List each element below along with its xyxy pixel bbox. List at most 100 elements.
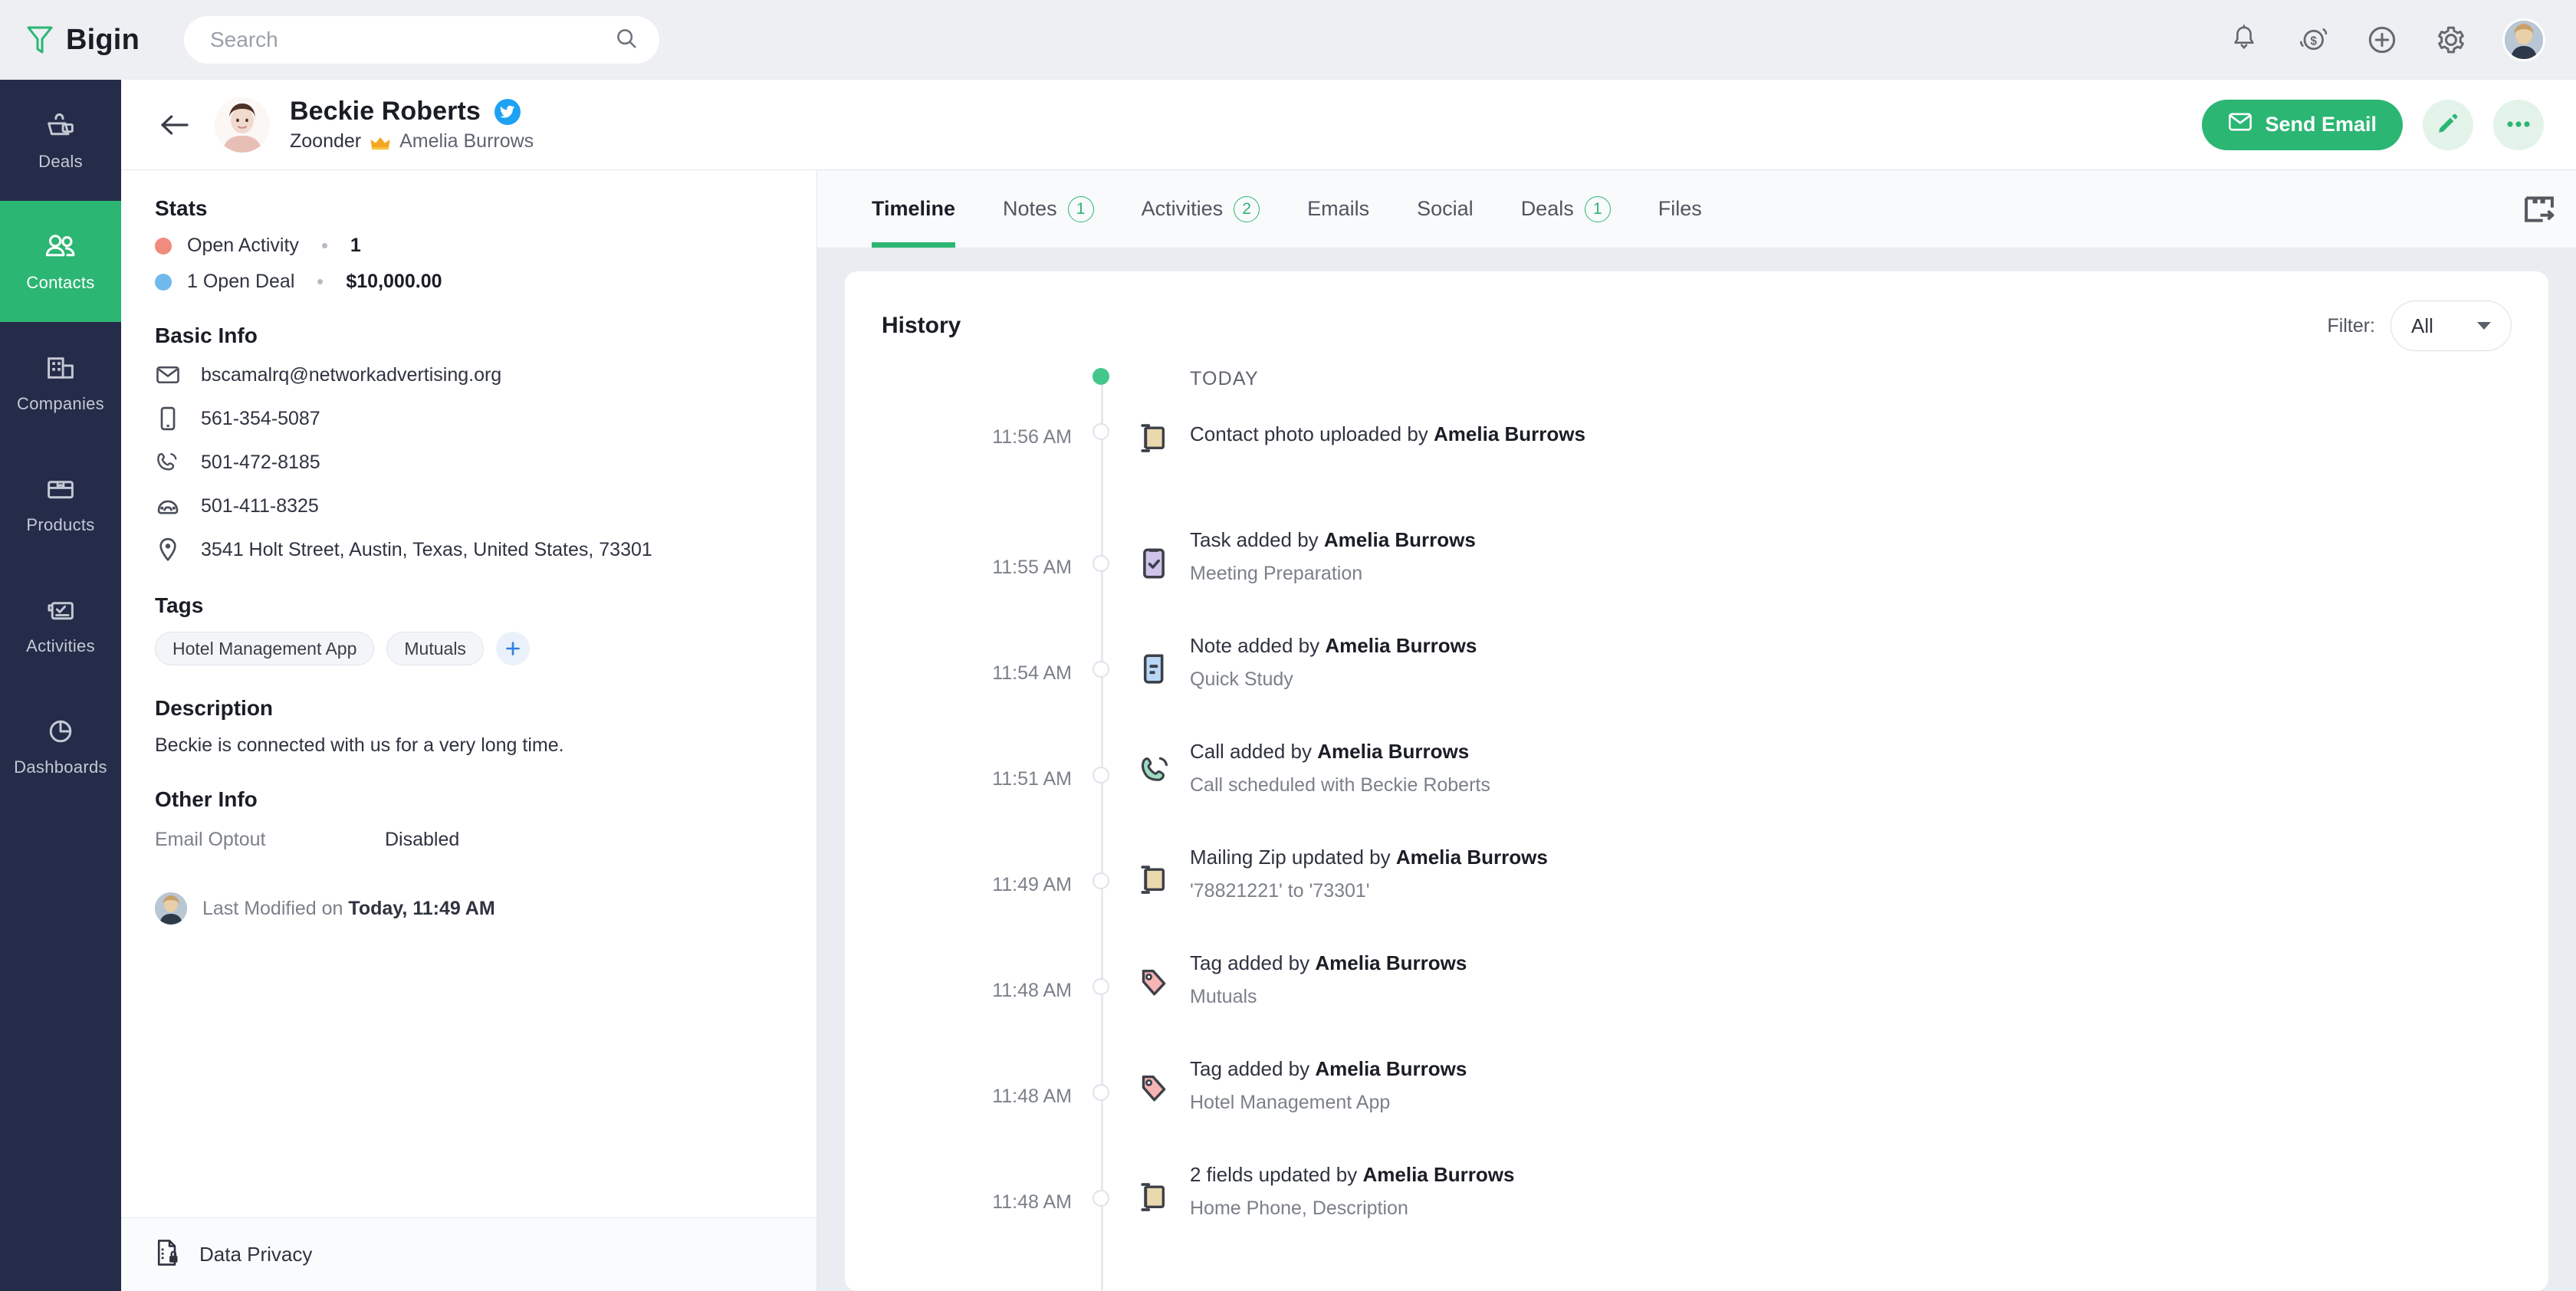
tags-list: Hotel Management App Mutuals — [155, 632, 783, 665]
add-tag-button[interactable] — [496, 632, 530, 665]
timeline-action: Task added by — [1190, 528, 1324, 551]
envelope-icon — [2228, 112, 2252, 137]
activities-checklist-icon — [44, 593, 77, 627]
tab-label: Activities — [1142, 197, 1224, 221]
funnel-logo-icon — [26, 25, 54, 54]
field-value[interactable]: Disabled — [385, 829, 459, 851]
sidebar-item-label: Products — [26, 515, 94, 535]
sidebar-item-contacts[interactable]: Contacts — [0, 201, 121, 322]
info-row-mobile[interactable]: 561-354-5087 — [155, 406, 783, 432]
timeline-sub: '78821221' to '73301' — [1190, 880, 2512, 902]
settings-icon[interactable] — [2433, 22, 2469, 57]
last-modified-text: Last Modified on Today, 11:49 AM — [202, 898, 495, 920]
add-new-icon[interactable] — [2364, 22, 2400, 57]
sidebar-item-dashboards[interactable]: Dashboards — [0, 685, 121, 806]
filter-select[interactable]: All — [2390, 301, 2512, 351]
timeline-main: Note added by Amelia Burrows — [1190, 634, 1477, 657]
tab-label: Social — [1417, 197, 1474, 221]
tab-count-badge: 1 — [1068, 196, 1094, 222]
description-value: Beckie is connected with us for a very l… — [155, 734, 783, 757]
tab-notes[interactable]: Notes 1 — [979, 170, 1118, 248]
table-row[interactable]: 11:56 AM Contact photo uploaded by Ameli… — [882, 423, 2512, 529]
products-box-icon — [44, 472, 77, 506]
timeline-action: Call added by — [1190, 740, 1317, 763]
collapse-panel-icon[interactable] — [2502, 170, 2576, 248]
timeline-time: 11:55 AM — [882, 529, 1072, 577]
search-icon — [615, 27, 638, 54]
back-arrow-icon[interactable] — [150, 100, 199, 149]
more-options-button[interactable] — [2493, 100, 2544, 150]
bigin-crm-app: Bigin $ — [0, 0, 2576, 1291]
email-icon — [155, 362, 181, 388]
stat-value: $10,000.00 — [346, 271, 442, 293]
timeline-main: Contact photo uploaded by Amelia Burrows — [1190, 422, 1585, 445]
table-row[interactable]: 11:49 AM Mailing Zip updated by Amelia B… — [882, 846, 2512, 952]
search-box[interactable] — [184, 16, 659, 64]
timeline-action: Tag added by — [1190, 951, 1315, 974]
task-icon — [1130, 529, 1178, 580]
timeline-list: TODAY 11:56 AM Contact photo u — [882, 351, 2512, 1291]
sidebar-item-companies[interactable]: Companies — [0, 322, 121, 443]
tab-timeline[interactable]: Timeline — [848, 170, 979, 248]
brand[interactable]: Bigin — [26, 24, 164, 57]
table-row[interactable]: 11:55 AM Task added by Amelia Burrows Me… — [882, 529, 2512, 635]
timeline-node-ring — [1092, 1190, 1109, 1207]
info-row-email[interactable]: bscamalrq@networkadvertising.org — [155, 362, 783, 388]
tag-icon — [1130, 952, 1178, 998]
content-split: Stats Open Activity 1 1 Open Deal $10,00… — [121, 170, 2576, 1291]
timeline-actor: Amelia Burrows — [1324, 528, 1476, 551]
sidebar-item-deals[interactable]: Deals — [0, 80, 121, 201]
table-row[interactable]: 11:48 AM 2 fields updated by Amelia Burr… — [882, 1164, 2512, 1270]
stat-open-deal[interactable]: 1 Open Deal $10,000.00 — [155, 271, 783, 293]
user-avatar[interactable] — [2502, 18, 2545, 61]
sales-signals-icon[interactable]: $ — [2295, 22, 2331, 57]
search-input[interactable] — [210, 28, 615, 52]
sidebar-item-products[interactable]: Products — [0, 443, 121, 564]
info-row-phone[interactable]: 501-472-8185 — [155, 449, 783, 475]
stat-open-activity[interactable]: Open Activity 1 — [155, 235, 783, 257]
data-privacy-label: Data Privacy — [199, 1243, 312, 1266]
record-owner[interactable]: Amelia Burrows — [399, 130, 534, 153]
send-email-button[interactable]: Send Email — [2202, 100, 2403, 150]
data-privacy-footer[interactable]: Data Privacy — [121, 1217, 816, 1291]
table-row[interactable]: 11:54 AM Note added by Amelia Burrows Qu… — [882, 635, 2512, 741]
phone-value: 501-472-8185 — [201, 452, 320, 474]
field-label: Email Optout — [155, 829, 385, 851]
notifications-icon[interactable] — [2226, 22, 2262, 57]
last-modified-prefix: Last Modified on — [202, 898, 348, 919]
other-info-block: Other Info Email Optout Disabled — [155, 787, 783, 851]
brand-name: Bigin — [66, 24, 140, 57]
record-subtitle: Zoonder Amelia Burrows — [290, 130, 534, 153]
timeline-action: Note added by — [1190, 634, 1325, 657]
sidebar: Deals Contacts Companies Products — [0, 80, 121, 1291]
tag-chip[interactable]: Hotel Management App — [155, 632, 374, 665]
timeline-main: Call added by Amelia Burrows — [1190, 740, 1469, 763]
sidebar-item-activities[interactable]: Activities — [0, 564, 121, 685]
tag-chip[interactable]: Mutuals — [386, 632, 484, 665]
tab-social[interactable]: Social — [1393, 170, 1497, 248]
tab-activities[interactable]: Activities 2 — [1118, 170, 1284, 248]
twitter-icon[interactable] — [495, 99, 521, 125]
basic-info-heading: Basic Info — [155, 324, 783, 348]
home-phone-value: 501-411-8325 — [201, 495, 319, 517]
info-row-home-phone[interactable]: 501-411-8325 — [155, 493, 783, 519]
edit-record-button[interactable] — [2423, 100, 2473, 150]
table-row[interactable]: 11:48 AM Tag added by Amelia Burrows Mut… — [882, 952, 2512, 1058]
timeline-node — [1072, 635, 1130, 678]
tab-files[interactable]: Files — [1635, 170, 1726, 248]
note-icon — [1130, 635, 1178, 685]
tab-deals[interactable]: Deals 1 — [1497, 170, 1635, 248]
timeline-main: 2 fields updated by Amelia Burrows — [1190, 1163, 1514, 1186]
last-modified-value: Today, 11:49 AM — [348, 898, 495, 919]
contact-avatar[interactable] — [215, 97, 270, 153]
company-name[interactable]: Zoonder — [290, 130, 361, 153]
topbar-icons: $ — [2226, 18, 2545, 61]
table-row[interactable]: 11:51 AM Call added by Amelia Burrows Ca… — [882, 741, 2512, 846]
phone-icon — [155, 449, 181, 475]
tab-label: Files — [1658, 197, 1702, 221]
tab-emails[interactable]: Emails — [1283, 170, 1393, 248]
mobile-icon — [155, 406, 181, 432]
timeline-action: 2 fields updated by — [1190, 1163, 1363, 1186]
info-row-address[interactable]: 3541 Holt Street, Austin, Texas, United … — [155, 537, 783, 563]
table-row[interactable]: 11:48 AM Tag added by Amelia Burrows Hot… — [882, 1058, 2512, 1164]
